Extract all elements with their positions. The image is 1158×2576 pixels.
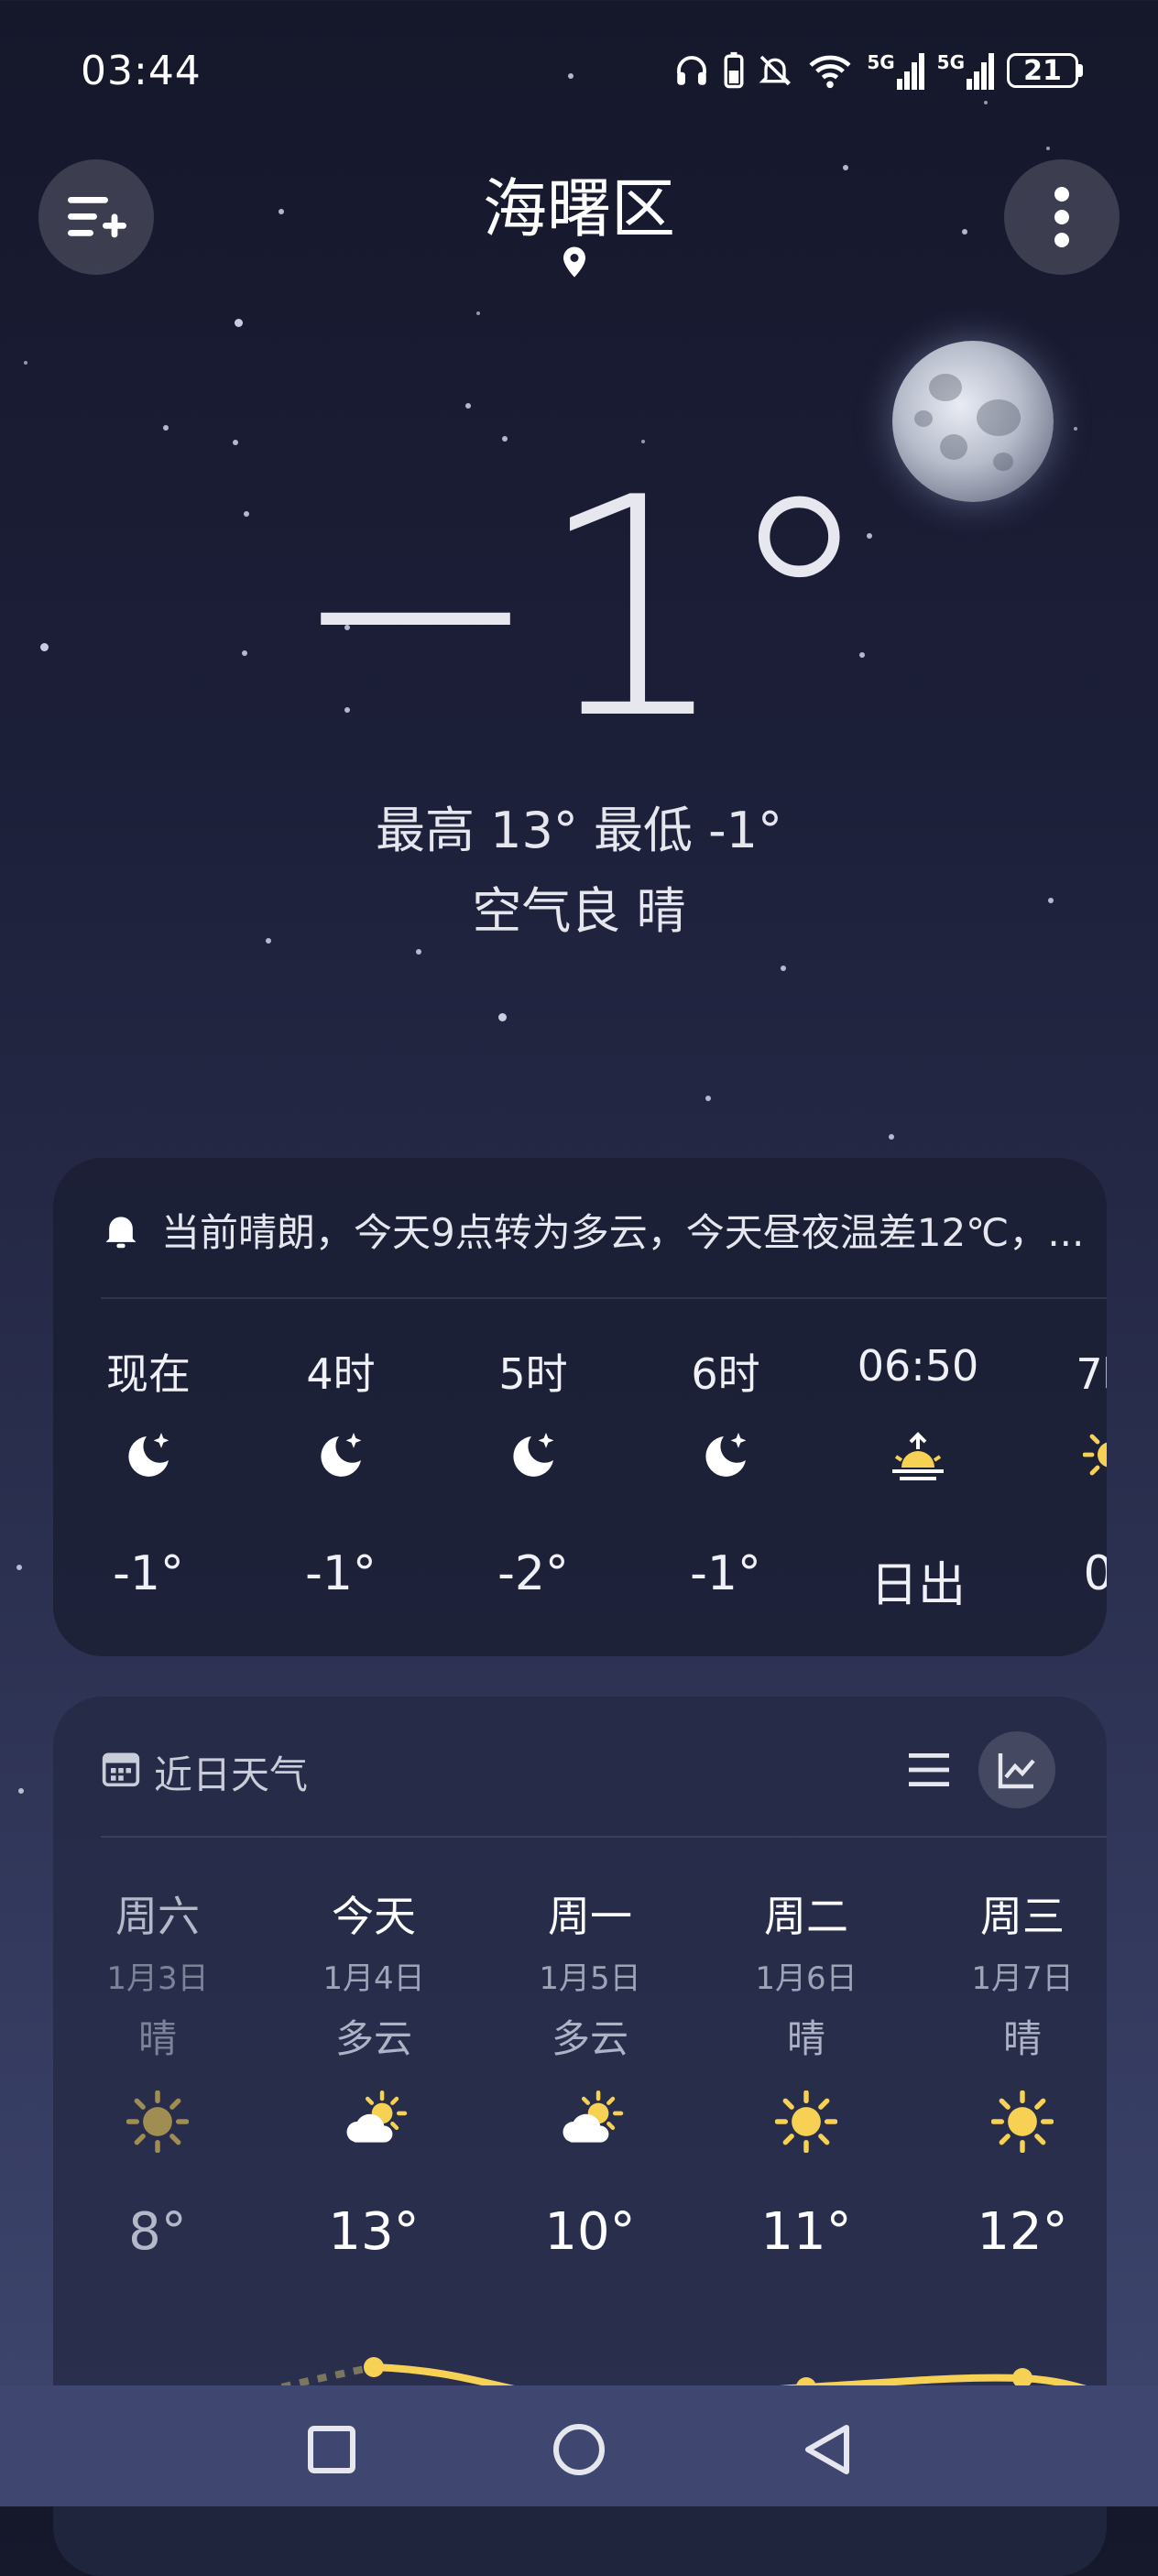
mute-bell-icon (759, 55, 792, 86)
air-quality-condition[interactable]: 空气良 晴 (0, 870, 1158, 943)
bell-icon (105, 1216, 137, 1248)
signal-5g-2: 5G (937, 51, 994, 90)
sun-icon (126, 2090, 189, 2153)
sun-icon (775, 2090, 837, 2153)
city-name[interactable]: 海曙区 (0, 158, 1158, 250)
circle-icon (553, 2424, 605, 2475)
square-icon (308, 2426, 355, 2473)
line-chart-icon (998, 1753, 1035, 1789)
battery-small-icon (724, 51, 744, 89)
moon-star-icon (705, 1433, 747, 1477)
moon-star-icon (321, 1433, 362, 1477)
weather-alert[interactable]: 当前晴朗，今天9点转为多云，今天昼夜温差12℃，... (101, 1202, 1084, 1258)
list-view-button[interactable] (892, 1733, 966, 1806)
system-navigation-bar (0, 2385, 1158, 2506)
wifi-icon (809, 55, 851, 89)
moon-star-icon (128, 1433, 169, 1477)
status-time: 03:44 (81, 48, 202, 94)
recents-button[interactable] (293, 2411, 370, 2488)
recent-weather-title: 近日天气 (154, 1752, 309, 1797)
sun-icon (991, 2090, 1054, 2153)
chart-view-button[interactable] (978, 1731, 1055, 1808)
moon-star-icon (513, 1433, 554, 1477)
more-vertical-icon (1054, 187, 1069, 247)
partly-cloudy-icon (563, 2090, 624, 2143)
current-temperature: −1° (289, 433, 874, 785)
partly-cloudy-icon (346, 2090, 408, 2143)
back-triangle-icon (805, 2425, 849, 2474)
status-icons: 5G 5G 21 (672, 49, 1083, 92)
home-button[interactable] (539, 2409, 619, 2490)
list-icon (909, 1753, 949, 1786)
alert-text: 当前晴朗，今天9点转为多云，今天昼夜温差12℃，... (161, 1210, 1085, 1255)
hourly-forecast-card[interactable]: 当前晴朗，今天9点转为多云，今天昼夜温差12℃，... 现在 -1° 4时 -1… (53, 1158, 1107, 1656)
signal-5g-1: 5G (867, 51, 924, 90)
battery-percent: 21 (1023, 54, 1062, 87)
location-pin-icon (563, 246, 585, 278)
back-button[interactable] (786, 2409, 867, 2490)
headphones-icon (677, 56, 707, 85)
calendar-icon (102, 1752, 140, 1787)
sun-icon (1083, 1434, 1107, 1476)
high-low-temperature: 最高 13° 最低 -1° (375, 802, 783, 859)
more-options-button[interactable] (1004, 159, 1120, 275)
sunrise-icon (892, 1432, 944, 1480)
battery-indicator: 21 (1007, 53, 1083, 88)
